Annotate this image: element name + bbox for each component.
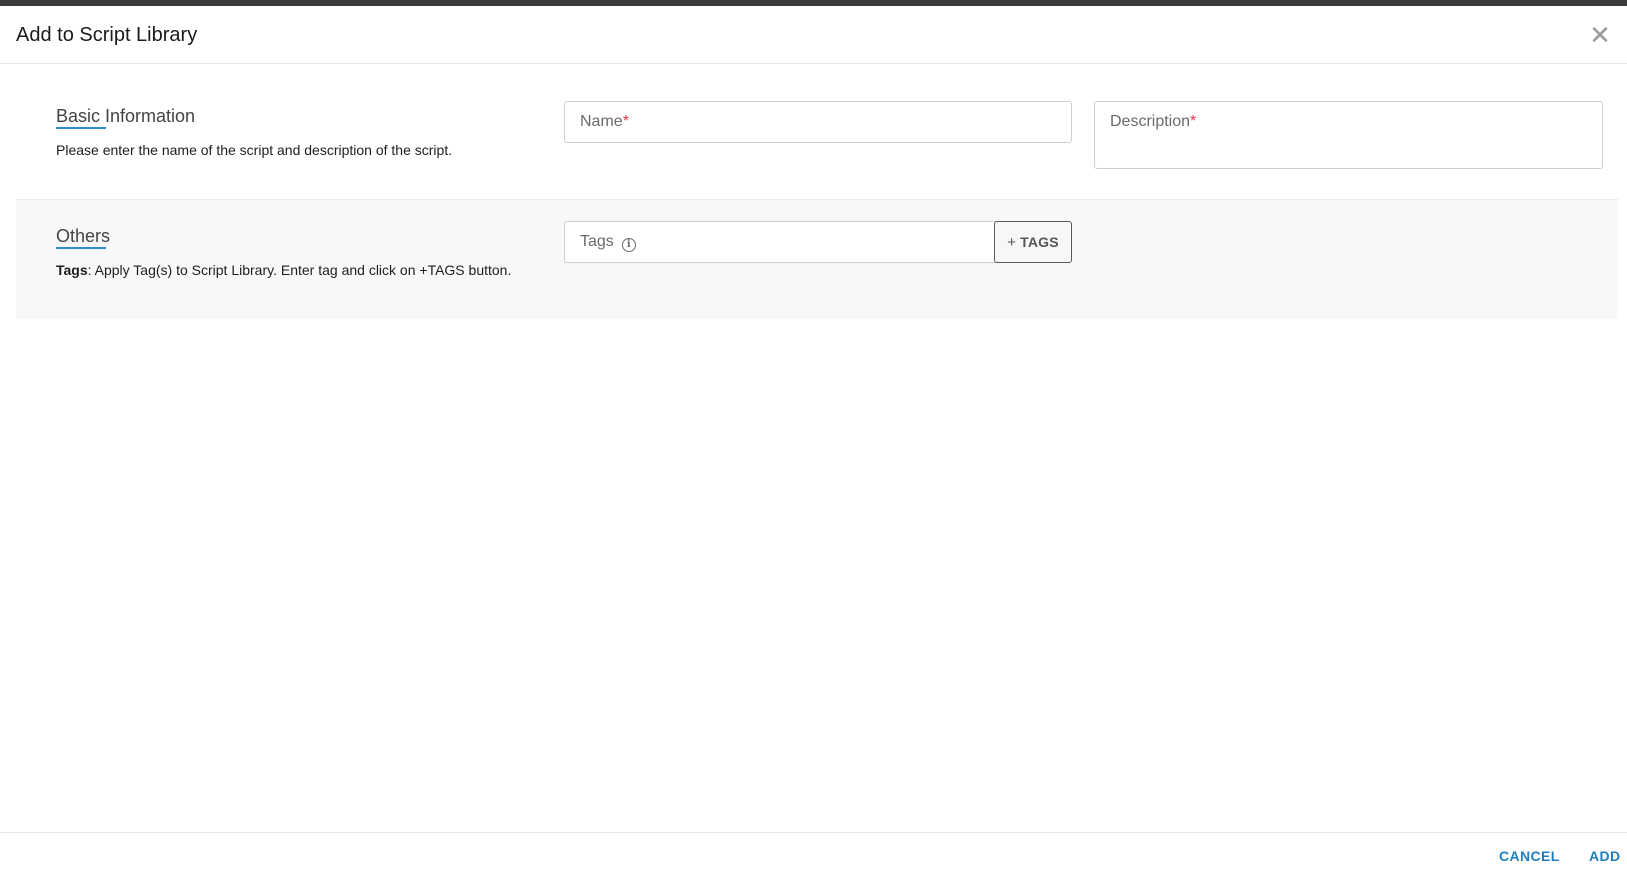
name-label-text: Name	[580, 113, 623, 130]
cancel-button[interactable]: CANCEL	[1499, 848, 1560, 864]
section-description-basic: Please enter the name of the script and …	[56, 142, 453, 158]
description-field[interactable]: Description*	[1094, 101, 1603, 169]
tags-input[interactable]: Tags i	[564, 221, 996, 263]
add-tags-label: TAGS	[1020, 233, 1059, 250]
name-field-label: Name*	[580, 112, 629, 132]
section-heading-basic-information: Basic Information	[56, 106, 196, 126]
section-heading-others: Others	[56, 226, 111, 246]
add-button[interactable]: ADD	[1589, 848, 1621, 864]
tags-description-text: : Apply Tag(s) to Script Library. Enter …	[87, 262, 512, 278]
dialog-header: Add to Script Library ✕	[0, 6, 1627, 64]
description-label-text: Description	[1110, 113, 1191, 130]
required-mark: *	[622, 113, 629, 130]
section-description-others: Tags: Apply Tag(s) to Script Library. En…	[56, 261, 511, 279]
plus-icon: +	[1007, 233, 1017, 251]
others-section: Others Tags: Apply Tag(s) to Script Libr…	[16, 200, 1618, 319]
tags-bold-label: Tags	[56, 262, 88, 278]
tags-label-text: Tags	[580, 233, 614, 250]
tags-field-label: Tags i	[580, 232, 636, 252]
dialog-title: Add to Script Library	[16, 24, 198, 46]
basic-information-section: Basic Information Please enter the name …	[16, 64, 1618, 200]
name-field[interactable]: Name*	[564, 101, 1072, 143]
add-script-dialog: Add to Script Library ✕ Basic Informatio…	[0, 0, 1627, 880]
description-field-label: Description*	[1110, 112, 1196, 132]
heading-underline	[56, 127, 106, 129]
dialog-footer: CANCEL ADD	[0, 832, 1627, 880]
required-mark: *	[1190, 113, 1197, 130]
heading-underline	[56, 247, 106, 249]
info-icon[interactable]: i	[621, 238, 636, 252]
close-icon[interactable]: ✕	[1587, 22, 1613, 48]
add-tags-button[interactable]: + TAGS	[994, 221, 1072, 263]
